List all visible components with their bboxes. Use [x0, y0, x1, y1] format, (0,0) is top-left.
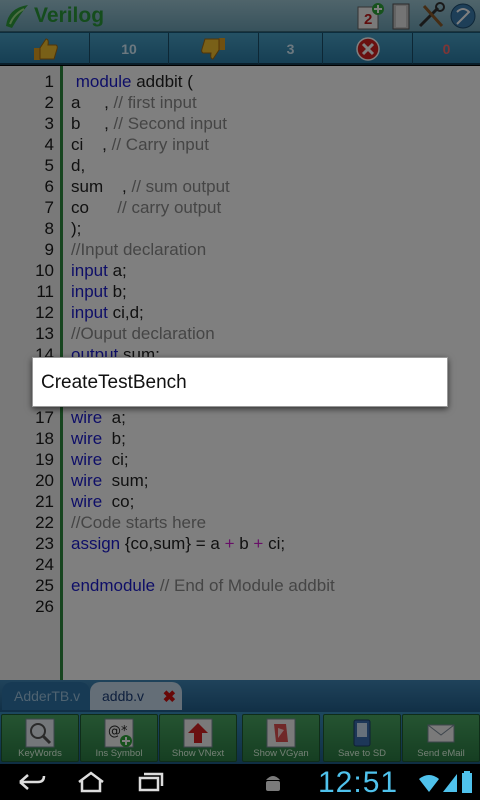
recent-apps-icon[interactable]	[134, 770, 168, 794]
system-nav-bar: 12:51	[0, 764, 480, 800]
wifi-icon	[419, 775, 439, 792]
context-menu-popup: CreateTestBench	[32, 357, 448, 407]
clock: 12:51	[318, 766, 399, 799]
signal-icon	[443, 774, 457, 792]
create-testbench-menu-item[interactable]: CreateTestBench	[41, 372, 187, 394]
battery-icon	[462, 771, 472, 793]
back-icon[interactable]	[14, 770, 48, 794]
home-icon[interactable]	[74, 770, 108, 794]
android-icon	[266, 776, 280, 791]
